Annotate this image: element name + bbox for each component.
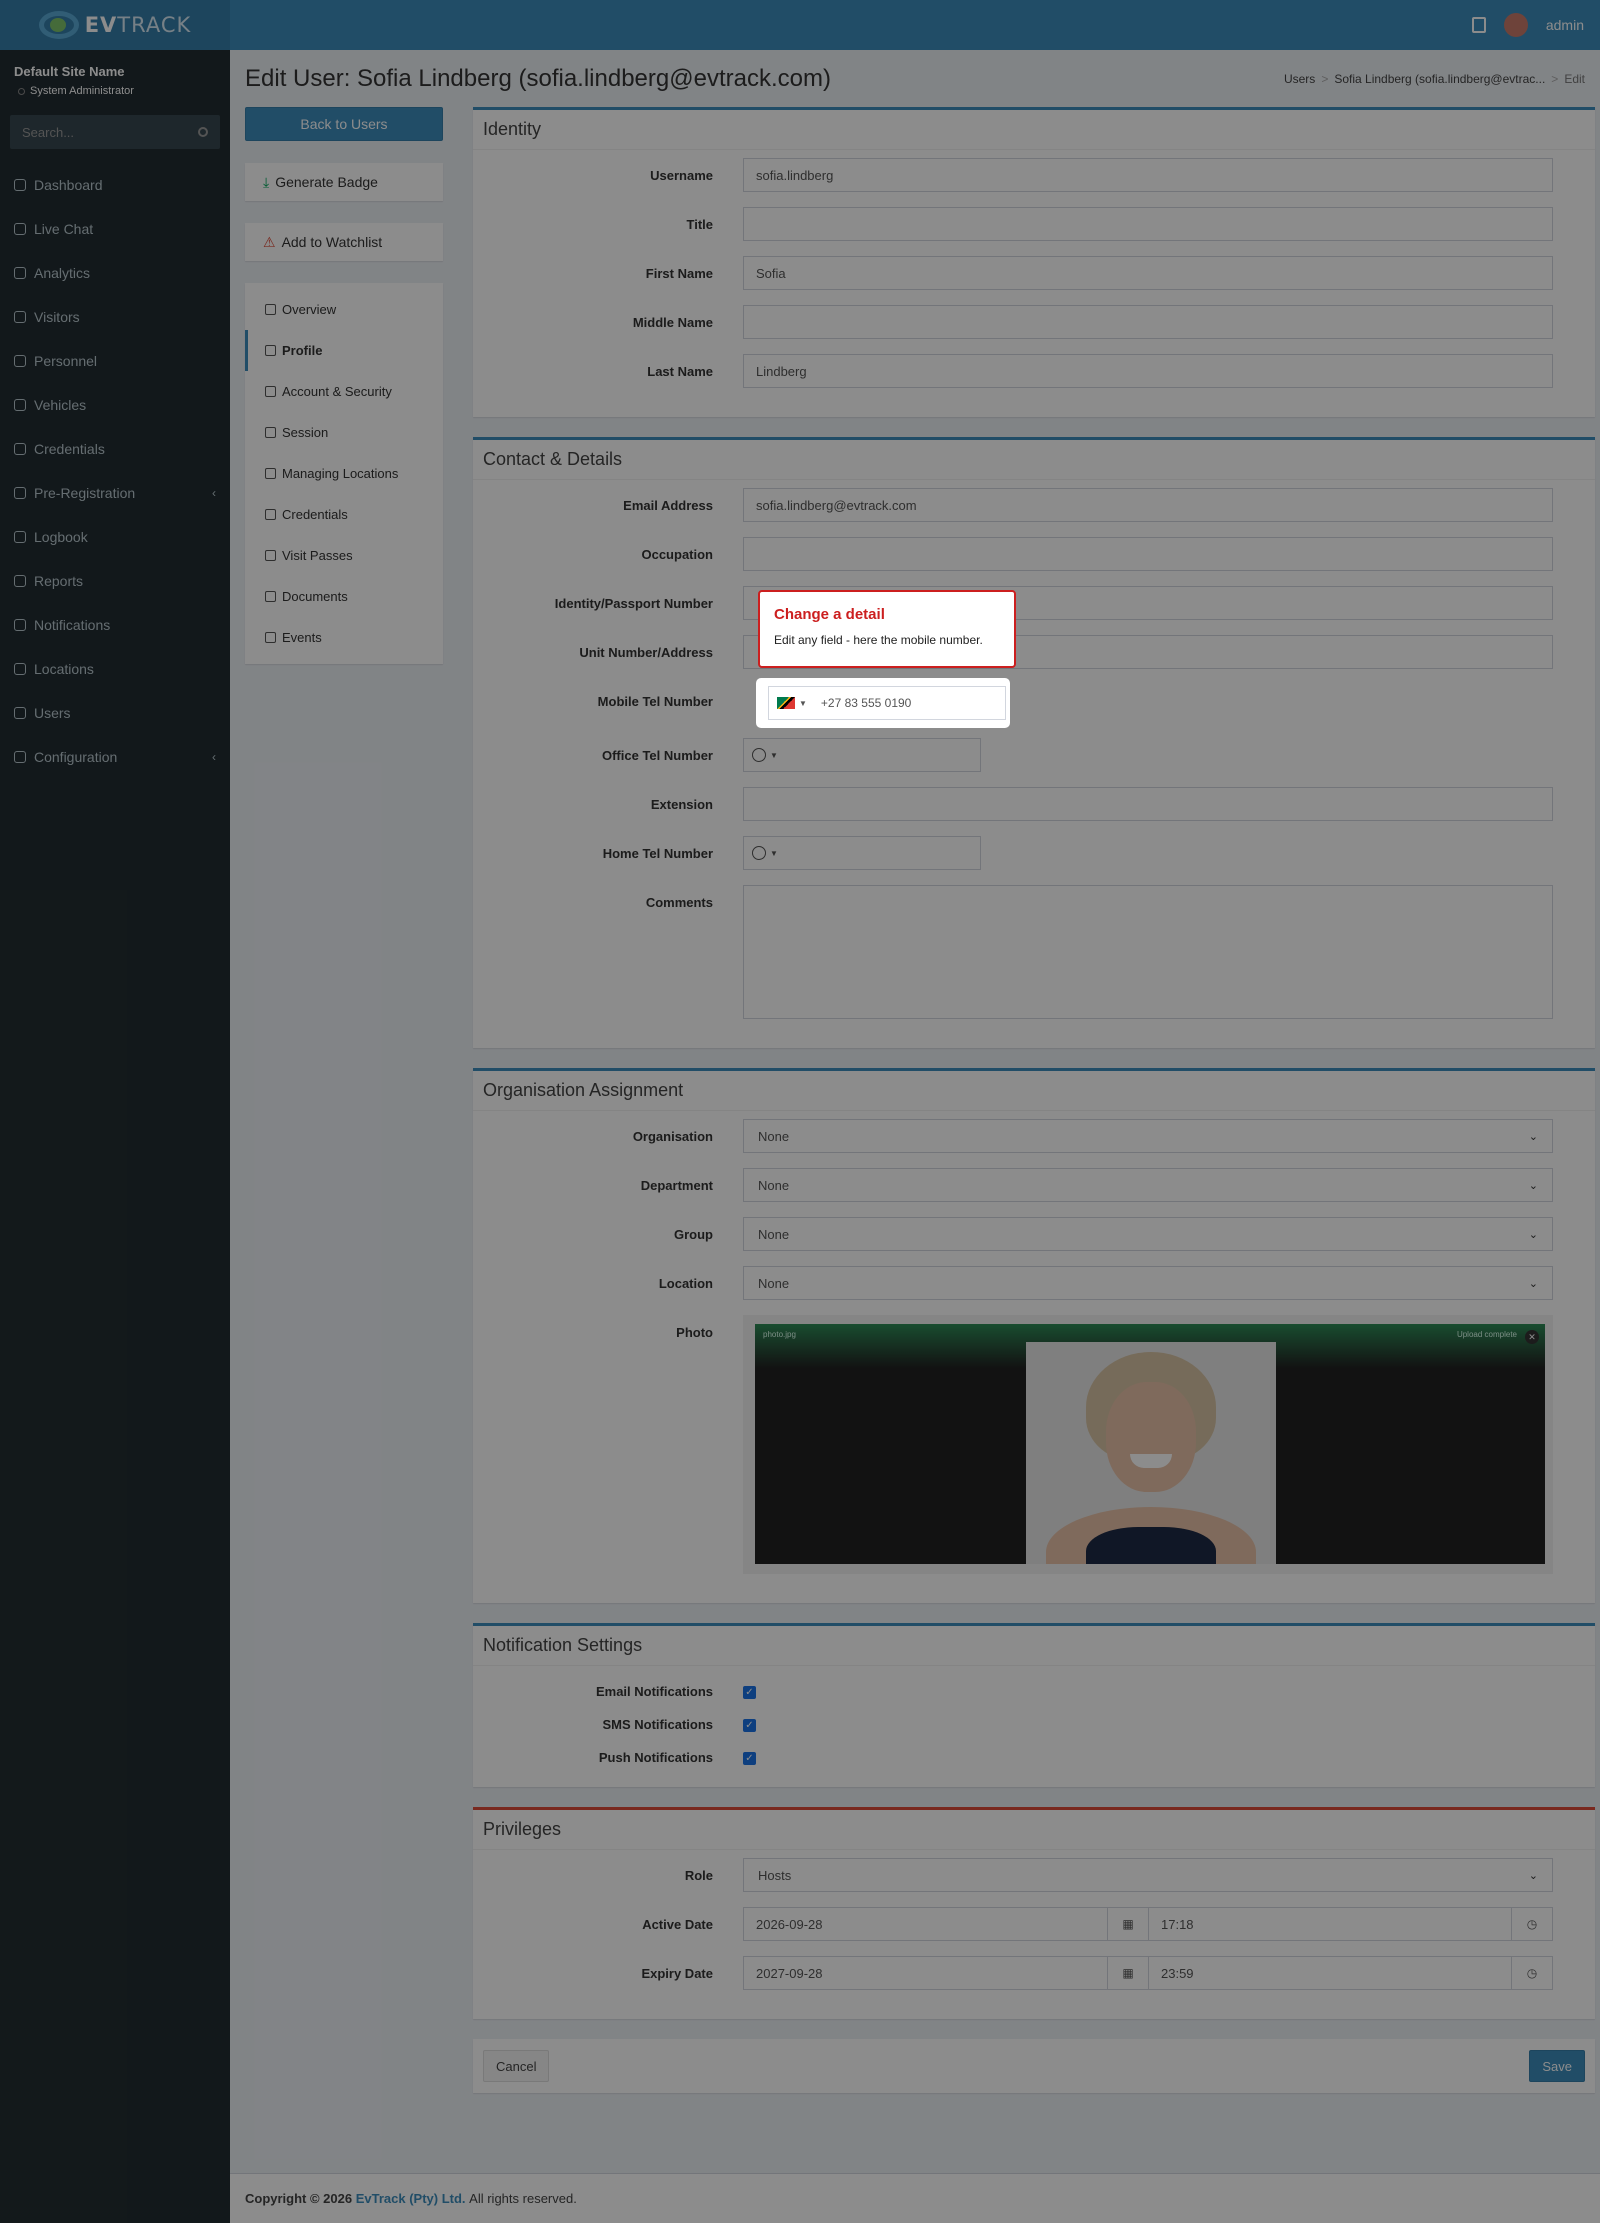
tour-title: Change a detail	[774, 606, 885, 623]
tour-body: Edit any field - here the mobile number.	[774, 633, 983, 647]
mobile-phone-field[interactable]: ▼ +27 83 555 0190	[758, 680, 1008, 726]
tour-tooltip: Change a detail Edit any field - here th…	[758, 590, 1016, 668]
tour-backdrop	[0, 0, 1600, 2223]
za-flag-icon[interactable]	[777, 697, 795, 709]
mobile-phone-input[interactable]: ▼ +27 83 555 0190	[768, 686, 1006, 720]
